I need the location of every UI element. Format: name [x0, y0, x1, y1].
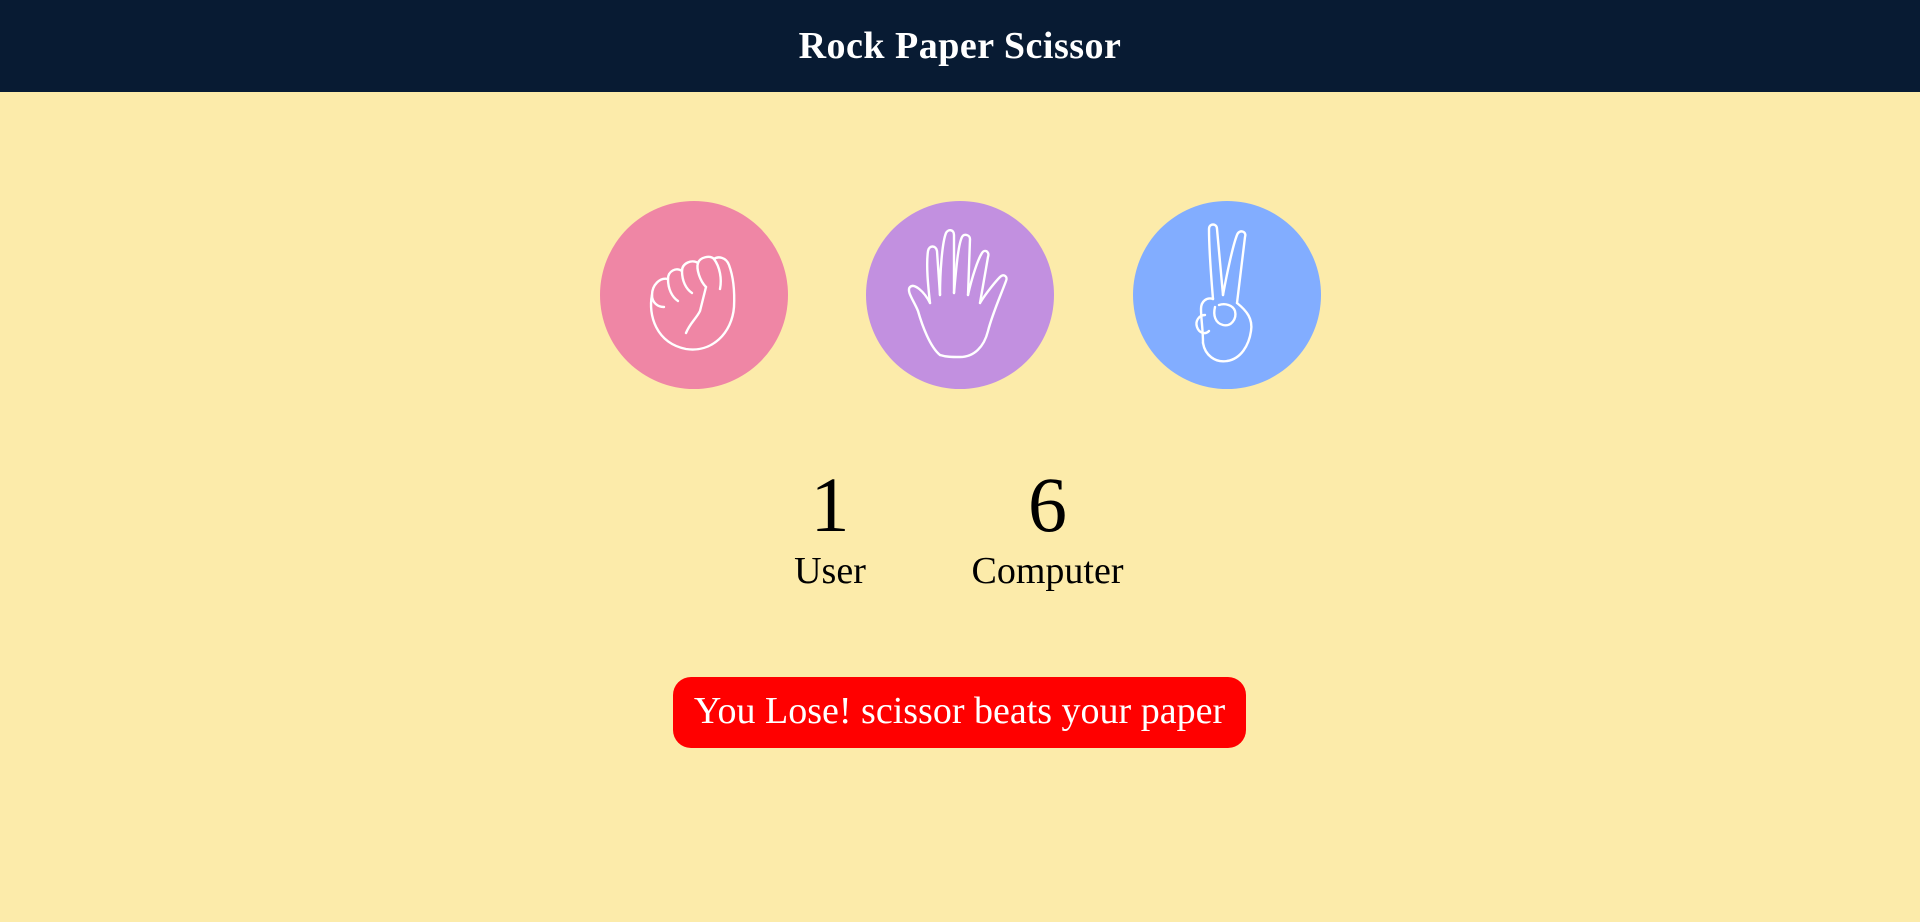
- rock-hand-icon: [649, 255, 736, 351]
- paper-choice-button[interactable]: [866, 201, 1054, 389]
- paper-hand-icon: [907, 229, 1008, 359]
- user-score-value: 1: [810, 461, 850, 548]
- app-header: Rock Paper Scissor: [0, 0, 1920, 92]
- result-message: You Lose! scissor beats your paper: [672, 677, 1247, 748]
- computer-score: 6 Computer: [955, 461, 1140, 592]
- user-score: 1 User: [780, 461, 880, 592]
- user-score-label: User: [794, 550, 866, 592]
- scissor-choice-button[interactable]: [1133, 201, 1321, 389]
- computer-score-label: Computer: [971, 550, 1124, 592]
- result-message-container: You Lose! scissor beats your paper: [0, 677, 1920, 748]
- rock-choice-button[interactable]: [600, 201, 788, 389]
- scissor-hand-icon: [1195, 223, 1253, 363]
- computer-score-value: 6: [1028, 461, 1067, 548]
- page-title: Rock Paper Scissor: [798, 25, 1122, 67]
